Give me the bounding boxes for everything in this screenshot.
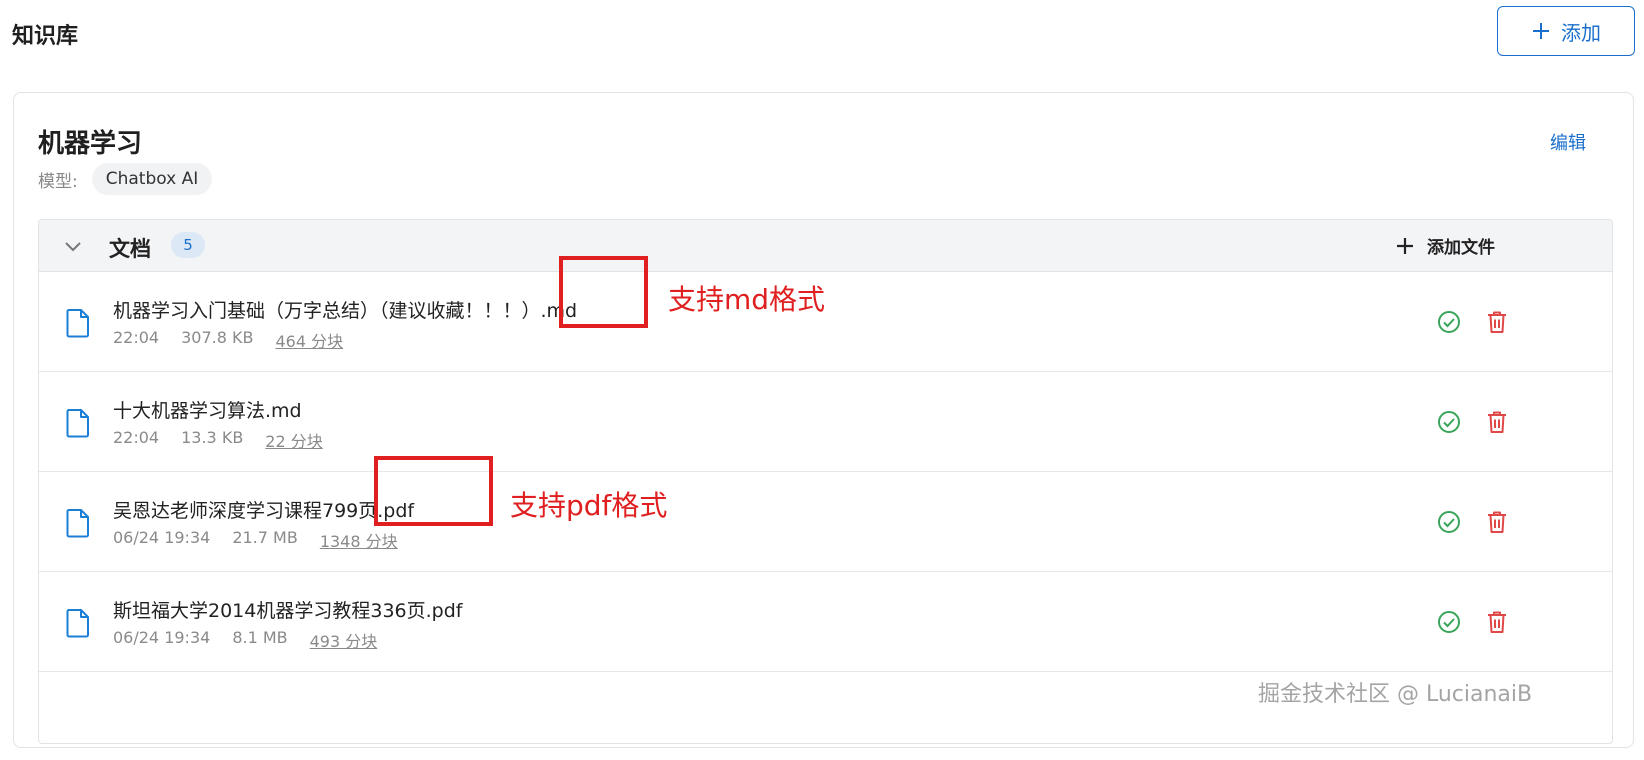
document-time: 22:04 (113, 428, 160, 447)
pdf-highlight-box (374, 456, 493, 526)
file-icon (66, 509, 89, 538)
pdf-support-note: 支持pdf格式 (510, 489, 668, 522)
document-chunks-link[interactable]: 493 分块 (310, 628, 378, 652)
model-info: 模型: Chatbox AI (38, 163, 213, 195)
file-icon (66, 409, 89, 438)
trash-icon[interactable] (1486, 610, 1508, 634)
check-circle-icon[interactable] (1437, 610, 1461, 634)
document-meta: 06/24 19:34 21.7 MB 1348 分块 (113, 528, 398, 552)
file-icon (66, 609, 89, 638)
trash-icon[interactable] (1486, 310, 1508, 334)
trash-icon[interactable] (1486, 510, 1508, 534)
knowledge-base-name: 机器学习 (38, 129, 143, 159)
model-label: 模型: (38, 171, 78, 192)
plus-icon (1533, 23, 1549, 39)
document-row[interactable]: 斯坦福大学2014机器学习教程336页.pdf 06/24 19:34 8.1 … (39, 572, 1612, 672)
document-row[interactable]: 吴恩达老师深度学习课程799页.pdf 06/24 19:34 21.7 MB … (39, 472, 1612, 572)
trash-icon[interactable] (1486, 410, 1508, 434)
document-name: 十大机器学习算法.md (113, 400, 302, 422)
chevron-down-icon[interactable] (63, 236, 83, 256)
add-button-label: 添加 (1561, 22, 1601, 45)
check-circle-icon[interactable] (1437, 410, 1461, 434)
md-highlight-box (559, 256, 648, 328)
document-size: 13.3 KB (181, 428, 244, 447)
check-circle-icon[interactable] (1437, 510, 1461, 534)
document-chunks-link[interactable]: 1348 分块 (320, 528, 398, 552)
plus-icon (1397, 237, 1413, 254)
top-bar: 知识库 添加 (0, 0, 1644, 70)
document-meta: 22:04 13.3 KB 22 分块 (113, 428, 323, 452)
document-name: 斯坦福大学2014机器学习教程336页.pdf (113, 600, 463, 622)
file-icon (66, 309, 89, 338)
document-chunks-link[interactable]: 22 分块 (265, 428, 322, 452)
document-time: 22:04 (113, 328, 160, 347)
knowledge-base-card: 机器学习 编辑 模型: Chatbox AI 文档 5 添加文件 机器学习入门基… (13, 92, 1634, 748)
document-time: 06/24 19:34 (113, 628, 211, 647)
watermark: 掘金技术社区 @ LucianaiB (1258, 682, 1533, 707)
md-support-note: 支持md格式 (668, 283, 826, 316)
add-knowledge-base-button[interactable]: 添加 (1497, 6, 1635, 56)
add-file-button[interactable]: 添加文件 (1395, 233, 1495, 258)
document-name: 机器学习入门基础（万字总结）（建议收藏！！！）.md (113, 300, 578, 322)
documents-panel: 文档 5 添加文件 机器学习入门基础（万字总结）（建议收藏！！！）.md 22:… (38, 219, 1613, 744)
add-file-label: 添加文件 (1427, 238, 1495, 258)
document-meta: 22:04 307.8 KB 464 分块 (113, 328, 343, 352)
document-row[interactable]: 机器学习入门基础（万字总结）（建议收藏！！！）.md 22:04 307.8 K… (39, 272, 1612, 372)
page-title: 知识库 (12, 24, 79, 49)
model-chip: Chatbox AI (91, 163, 213, 195)
edit-button[interactable]: 编辑 (1550, 129, 1586, 155)
document-size: 8.1 MB (232, 628, 288, 647)
document-chunks-link[interactable]: 464 分块 (275, 328, 343, 352)
knowledge-base-page: 知识库 添加 机器学习 编辑 模型: Chatbox AI 文档 5 添加文件 … (0, 0, 1644, 760)
document-size: 21.7 MB (232, 528, 298, 547)
check-circle-icon[interactable] (1437, 310, 1461, 334)
document-meta: 06/24 19:34 8.1 MB 493 分块 (113, 628, 377, 652)
document-size: 307.8 KB (181, 328, 254, 347)
document-row[interactable]: 十大机器学习算法.md 22:04 13.3 KB 22 分块 (39, 372, 1612, 472)
documents-header[interactable]: 文档 5 添加文件 (39, 220, 1612, 272)
document-time: 06/24 19:34 (113, 528, 211, 547)
documents-title: 文档 (109, 237, 151, 261)
document-name: 吴恩达老师深度学习课程799页.pdf (113, 500, 415, 522)
documents-count-badge: 5 (171, 232, 205, 258)
